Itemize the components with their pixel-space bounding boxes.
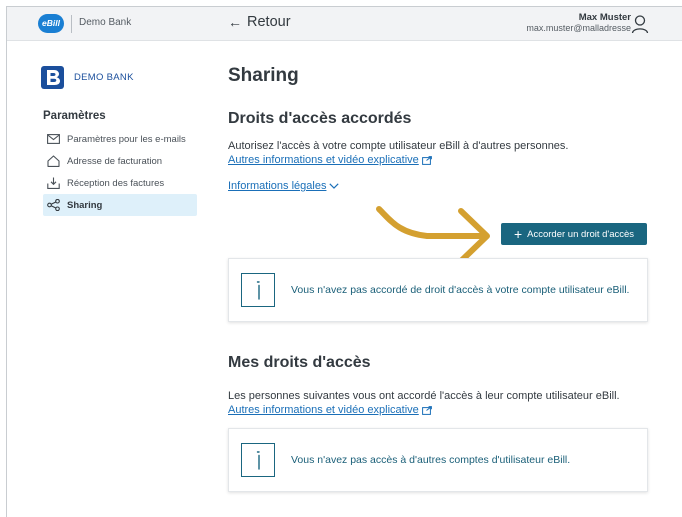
back-label: Retour [247, 14, 291, 30]
bank-logo-text: DEMO BANK [74, 72, 134, 83]
chevron-down-icon [329, 183, 340, 189]
bank-mark-icon [41, 66, 64, 89]
sidebar-item-billing-address[interactable]: Adresse de facturation [43, 150, 197, 172]
settings-menu: Paramètres pour les e-mails Adresse de f… [43, 128, 197, 216]
info-icon [241, 273, 275, 307]
link-label: Autres informations et vidéo explicative [228, 154, 419, 166]
grant-access-button[interactable]: + Accorder un droit d'accès [501, 223, 647, 245]
inbox-icon [47, 177, 60, 189]
settings-heading: Paramètres [43, 110, 106, 122]
demo-bank-logo: DEMO BANK [41, 66, 134, 89]
granted-empty-notice: Vous n'avez pas accordé de droit d'accès… [228, 258, 648, 322]
legal-info-toggle[interactable]: Informations légales [228, 179, 340, 193]
topbar-divider [71, 15, 72, 33]
mail-icon [47, 134, 60, 144]
app-window: eBill Demo Bank ← Retour Max Muster max.… [6, 6, 682, 517]
info-icon [241, 443, 275, 477]
granted-rights-title: Droits d'accès accordés [228, 110, 412, 127]
sidebar-item-label: Paramètres pour les e-mails [67, 133, 186, 145]
link-label: Autres informations et vidéo explicative [228, 404, 419, 416]
granted-empty-message: Vous n'avez pas accordé de droit d'accès… [291, 283, 630, 296]
user-info[interactable]: Max Muster max.muster@malladresse [526, 12, 631, 34]
my-rights-title: Mes droits d'accès [228, 354, 371, 371]
link-label: Informations légales [228, 180, 327, 192]
my-rights-info-link[interactable]: Autres informations et vidéo explicative [228, 403, 432, 417]
sidebar-item-label: Réception des factures [67, 177, 165, 189]
plus-icon: + [513, 226, 523, 242]
user-icon[interactable] [631, 14, 649, 34]
sidebar-item-invoice-reception[interactable]: Réception des factures [43, 172, 197, 194]
arrow-left-icon: ← [228, 14, 242, 30]
external-link-icon [421, 155, 432, 165]
granted-info-link[interactable]: Autres informations et vidéo explicative [228, 153, 432, 167]
external-link-icon [421, 405, 432, 415]
bank-name: Demo Bank [79, 17, 132, 28]
sidebar-item-email-settings[interactable]: Paramètres pour les e-mails [43, 128, 197, 150]
grant-access-label: Accorder un droit d'accès [527, 228, 635, 240]
home-icon [47, 155, 60, 167]
sidebar-item-label: Adresse de facturation [67, 155, 163, 167]
ebill-logo[interactable]: eBill [38, 14, 64, 33]
my-rights-empty-notice: Vous n'avez pas accès à d'autres comptes… [228, 428, 648, 492]
page-title: Sharing [228, 65, 299, 86]
user-email: max.muster@malladresse [526, 23, 631, 33]
top-bar: eBill Demo Bank ← Retour Max Muster max.… [7, 7, 682, 41]
back-link[interactable]: ← Retour [228, 14, 291, 30]
user-name: Max Muster [578, 12, 631, 23]
share-icon [47, 199, 60, 211]
my-rights-empty-message: Vous n'avez pas accès à d'autres comptes… [291, 453, 571, 466]
granted-rights-description: Autorisez l'accès à votre compte utilisa… [228, 140, 569, 152]
sidebar-item-sharing[interactable]: Sharing [43, 194, 197, 216]
sidebar-item-label: Sharing [67, 199, 103, 211]
my-rights-description: Les personnes suivantes vous ont accordé… [228, 390, 620, 402]
